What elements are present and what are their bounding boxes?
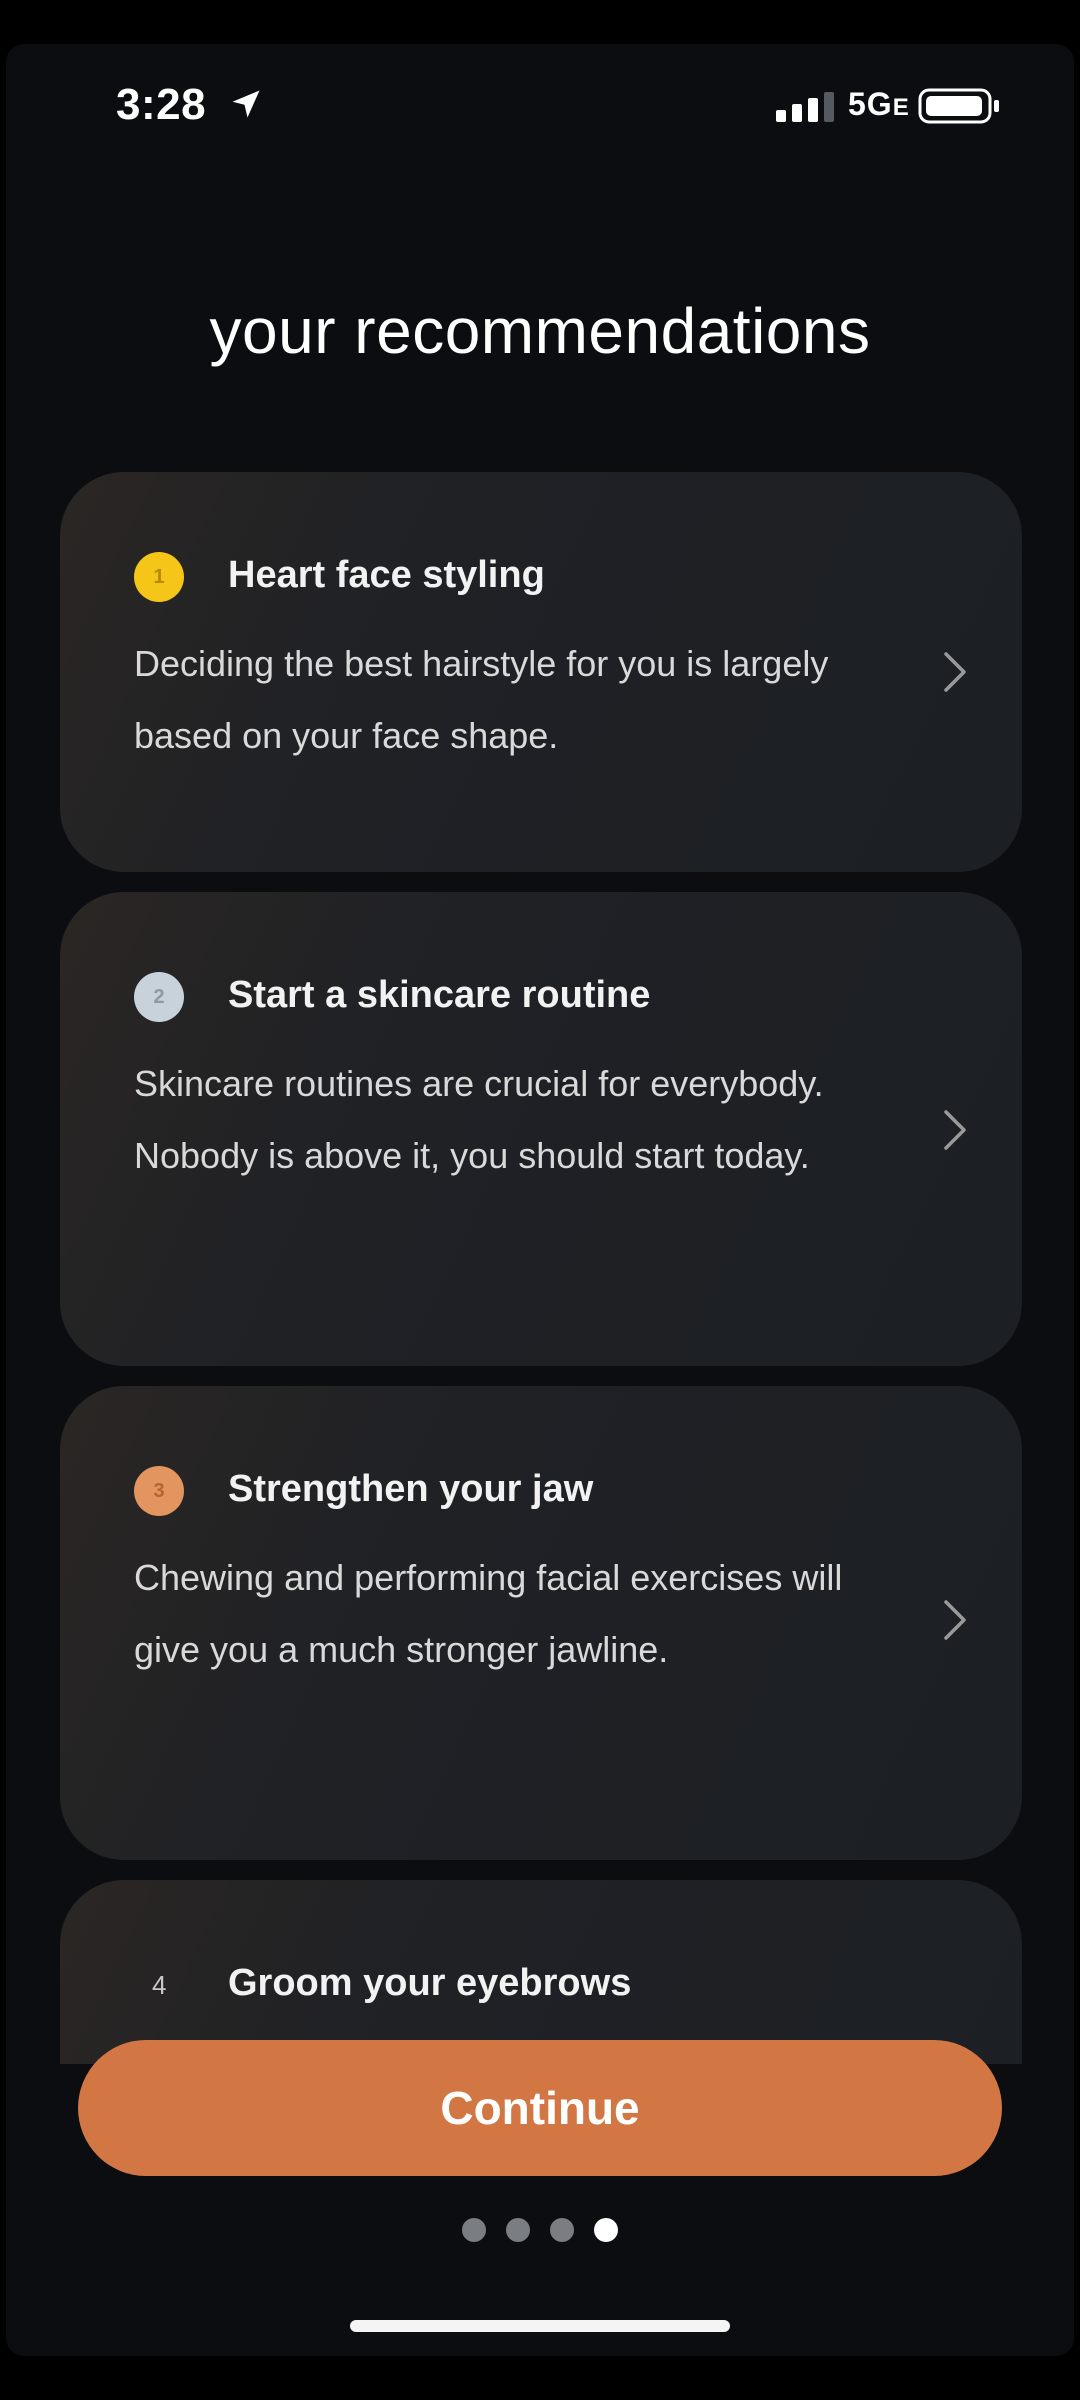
- home-indicator[interactable]: [350, 2320, 730, 2332]
- cellular-signal-icon: [776, 92, 834, 122]
- status-time: 3:28: [116, 80, 207, 129]
- card-rank-number: 4: [152, 1970, 167, 2000]
- recommendation-card-groom-eyebrows[interactable]: 4 Groom your eyebrows: [60, 1880, 1022, 2064]
- continue-button[interactable]: Continue: [78, 2040, 1002, 2176]
- battery-icon: [918, 88, 999, 124]
- app-screen: 3:28 5GE your recommendations 1 Heart fa…: [6, 44, 1074, 2356]
- location-arrow-icon: [232, 90, 260, 118]
- status-bar: 3:28 5GE: [6, 44, 1074, 164]
- page-title: your recommendations: [209, 295, 871, 367]
- page-dot[interactable]: [506, 2218, 530, 2242]
- recommendation-card-skincare-routine[interactable]: 2 Start a skincare routine Skincare rout…: [60, 892, 1022, 1366]
- card-title: Heart face styling: [228, 554, 545, 596]
- recommendation-card-strengthen-jaw[interactable]: 3 Strengthen your jaw Chewing and perfor…: [60, 1386, 1022, 1860]
- card-description: Deciding the best hairstyle for you is l…: [134, 643, 829, 756]
- network-type: 5GE: [848, 86, 910, 123]
- chevron-right-icon: [944, 652, 966, 692]
- silver-medal-icon: 2: [134, 972, 184, 1022]
- page-dot[interactable]: [550, 2218, 574, 2242]
- network-type-label: 5G: [848, 86, 893, 122]
- medal-number: 1: [153, 565, 165, 588]
- chevron-right-icon: [944, 1110, 966, 1150]
- recommendation-card-heart-face-styling[interactable]: 1 Heart face styling Deciding the best h…: [60, 472, 1022, 872]
- card-description: Skincare routines are crucial for everyb…: [134, 1063, 824, 1176]
- chevron-right-icon: [944, 1600, 966, 1640]
- card-title: Strengthen your jaw: [228, 1468, 594, 1510]
- medal-number: 2: [153, 985, 165, 1008]
- card-description: Chewing and performing facial exercises …: [134, 1557, 843, 1670]
- card-title: Groom your eyebrows: [228, 1962, 632, 2004]
- gold-medal-icon: 1: [134, 552, 184, 602]
- page-dot[interactable]: [462, 2218, 486, 2242]
- page-dot-active[interactable]: [594, 2218, 618, 2242]
- bronze-medal-icon: 3: [134, 1466, 184, 1516]
- card-title: Start a skincare routine: [228, 974, 651, 1016]
- page-indicator[interactable]: [6, 2218, 1074, 2242]
- medal-number: 3: [153, 1479, 165, 1502]
- recommendations-list: 1 Heart face styling Deciding the best h…: [60, 472, 1022, 2064]
- network-type-suffix: E: [892, 94, 910, 121]
